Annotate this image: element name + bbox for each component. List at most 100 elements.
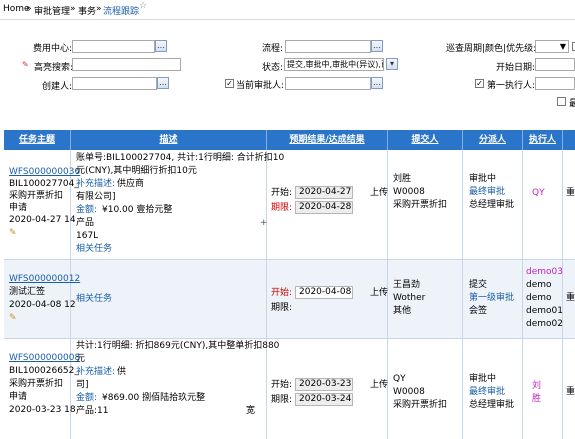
cost-center-lookup-button[interactable]: …	[155, 40, 167, 52]
status-select[interactable]: 提交,审批中,审批中(异议),已	[284, 58, 384, 71]
edit-icon[interactable]: ✎	[9, 227, 17, 240]
submitter-name: 刘胜	[393, 174, 412, 184]
header-assigner[interactable]: 分派人	[463, 130, 523, 150]
executor-name: demo	[526, 293, 552, 303]
task-subject-line: 测试汇签	[9, 287, 46, 297]
related-tasks-link[interactable]: 相关任务	[76, 293, 112, 306]
due-label: 期限:	[271, 303, 293, 313]
process-label: 流程:	[262, 44, 284, 54]
first-executor-checkbox[interactable]: ✓	[475, 79, 484, 88]
task-subject-line: 申请	[9, 203, 28, 213]
submitter-name: QY	[393, 374, 406, 384]
extra-cell: 重	[566, 188, 575, 198]
current-approver-input[interactable]	[285, 77, 371, 90]
qty-text: 167L	[76, 231, 99, 241]
header-description[interactable]: 描述	[71, 130, 267, 150]
amount-value: ¥869.00 捌佰陆拾玖元整	[102, 393, 206, 403]
supplement-label: 补充描述:	[76, 367, 116, 377]
description-line: 共计:1行明细: 折扣869元(CNY),其中整单折扣880	[76, 341, 280, 351]
task-subject-line: 采购开票折扣	[9, 379, 64, 389]
executor-name: QY	[532, 188, 545, 198]
assign-step-link[interactable]: 最终审批	[469, 386, 505, 399]
highlight-icon: ✎	[22, 60, 29, 69]
task-date: 2020-03-23 18	[9, 405, 76, 415]
start-date-field[interactable]: 2020-03-23	[295, 378, 353, 391]
header-subject[interactable]: 任务主题	[4, 130, 71, 150]
assign-step-link[interactable]: 第一级审批	[469, 292, 514, 305]
process-lookup-button[interactable]: …	[371, 40, 383, 52]
creator-input[interactable]	[72, 77, 157, 90]
upload-link[interactable]: 上传	[370, 187, 388, 200]
extra-cell: 重	[566, 293, 575, 303]
assign-role: 会签	[469, 306, 488, 316]
task-id-link[interactable]: WFS000000012	[9, 273, 80, 286]
submitter-type: 其他	[393, 306, 412, 316]
executor-name: demo	[526, 280, 552, 290]
edit-icon[interactable]: ✎	[9, 312, 17, 325]
start-date-input[interactable]	[535, 58, 575, 71]
breadcrumb-approval[interactable]: 审批管理	[34, 4, 70, 17]
due-label: 期限:	[271, 395, 293, 405]
executor-name: 胜	[532, 394, 542, 404]
star-icon[interactable]: ☆	[139, 1, 147, 11]
header-extra	[563, 130, 575, 150]
breadcrumb-affairs[interactable]: 事务	[78, 4, 96, 17]
cost-center-label: 费用中心:	[33, 44, 73, 54]
current-approver-lookup-button[interactable]: …	[371, 77, 383, 89]
creator-lookup-button[interactable]: …	[157, 77, 169, 89]
latest-checkbox[interactable]	[557, 97, 566, 106]
due-date-field[interactable]: 2020-03-24	[295, 393, 353, 406]
task-id-link[interactable]: WFS000000036	[9, 166, 80, 179]
process-input[interactable]	[285, 40, 371, 53]
latest-label: 最	[569, 99, 575, 109]
submitter-type: 采购开票折扣	[393, 200, 448, 210]
current-approver-label: 当前审批人:	[236, 81, 285, 91]
advanced-search-input[interactable]	[72, 58, 181, 71]
header-submitter[interactable]: 提交人	[388, 130, 463, 150]
first-executor-label: 第一执行人:	[487, 81, 536, 91]
start-label: 开始:	[271, 288, 293, 298]
task-id-link[interactable]: WFS000000008	[9, 352, 80, 365]
header-expected-result[interactable]: 预期结果/达成结果	[267, 130, 388, 150]
upload-link[interactable]: 上传	[370, 379, 388, 392]
cost-center-input[interactable]	[72, 40, 155, 53]
filter-panel: 费用中心: … 流程: … 巡查周期|颜色|优先级: ▼ ✎ 高亮搜索: 状态:…	[0, 20, 575, 126]
task-date: 2020-04-08 12	[9, 300, 76, 310]
assign-step-link[interactable]: 最终审批	[469, 186, 505, 199]
extra-cell: 重	[566, 387, 575, 397]
executor-name: 刘	[532, 381, 542, 391]
supplement-text: 供	[117, 367, 127, 377]
header-executor[interactable]: 执行人	[523, 130, 563, 150]
supplement-label: 补充描述:	[76, 179, 116, 189]
breadcrumb-process-tracking[interactable]: 流程跟踪	[103, 4, 139, 17]
advanced-search-label: 高亮搜索:	[34, 63, 74, 73]
related-tasks-link[interactable]: 相关任务	[76, 243, 112, 256]
submitter-code: W0008	[393, 387, 425, 397]
assign-status: 审批中	[469, 374, 497, 384]
start-date-field[interactable]: 2020-04-08	[295, 286, 353, 299]
assign-status: 审批中	[469, 174, 497, 184]
first-executor-input[interactable]	[535, 77, 575, 90]
task-date: 2020-04-27 14	[9, 215, 76, 225]
supplement-text: 供应商	[117, 179, 145, 189]
breadcrumb-sep: »	[96, 4, 102, 14]
period-select[interactable]: ▼	[535, 40, 569, 53]
task-subject-line: 申请	[9, 392, 28, 402]
description-line: 账单号:BIL100027704, 共计:1行明细: 合计折扣10	[76, 153, 285, 163]
upload-link[interactable]: 上传	[370, 287, 388, 300]
current-approver-checkbox[interactable]: ✓	[225, 79, 234, 88]
start-label: 开始:	[271, 188, 293, 198]
start-date-field[interactable]: 2020-04-27	[295, 186, 353, 199]
period-label: 巡查周期|颜色|优先级:	[446, 44, 537, 54]
status-dropdown-button[interactable]: ▾	[386, 58, 398, 70]
submitter-code: Wother	[393, 293, 426, 303]
creator-label: 创建人:	[42, 82, 73, 92]
company-text: 司]	[76, 380, 89, 390]
description-line: 元	[76, 354, 86, 364]
task-subject-line: 采购开票折扣	[9, 191, 64, 201]
task-subject-line: BIL100026652_	[9, 366, 79, 376]
description-line: 元(CNY),其中明细行折扣10元	[76, 166, 197, 176]
breadcrumb-sep: »	[26, 4, 32, 14]
breadcrumb-sep: »	[70, 4, 76, 14]
due-date-field[interactable]: 2020-04-28	[295, 201, 353, 214]
